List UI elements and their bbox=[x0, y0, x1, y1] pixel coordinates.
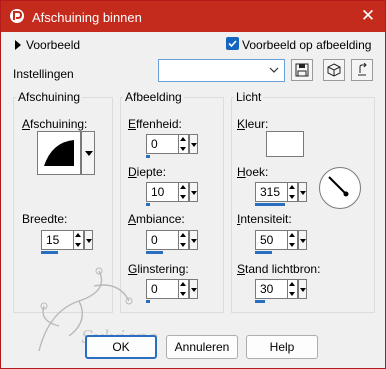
intensiteit-spinner[interactable]: 50 bbox=[255, 230, 307, 254]
glinstering-label: Glinstering: bbox=[128, 262, 189, 276]
window-title: Afschuining binnen bbox=[32, 10, 142, 25]
close-icon[interactable]: ✕ bbox=[355, 5, 381, 27]
effenheid-slider-dropdown[interactable] bbox=[189, 134, 198, 154]
diepte-spinner[interactable]: 10 bbox=[146, 182, 198, 206]
breedte-label: Breedte: bbox=[22, 212, 68, 226]
group-afbeelding-title: Afbeelding bbox=[123, 90, 184, 104]
shape-label: Afschuining: bbox=[22, 117, 88, 131]
lichtbron-input[interactable]: 30 bbox=[255, 279, 288, 299]
dialog-window: Afschuining binnen ✕ Voorbeeld Voorbeeld… bbox=[0, 0, 386, 369]
breedte-input[interactable]: 15 bbox=[41, 230, 74, 250]
hoek-input[interactable]: 315 bbox=[255, 182, 288, 202]
bevel-shape-preview[interactable] bbox=[37, 131, 81, 175]
cube-icon bbox=[327, 63, 341, 77]
bevel-shape-icon bbox=[44, 140, 74, 166]
glinstering-stepper[interactable] bbox=[179, 279, 189, 299]
reset-icon bbox=[358, 63, 367, 76]
angle-needle-icon bbox=[328, 176, 349, 197]
intensiteit-slider-dropdown[interactable] bbox=[298, 230, 307, 250]
hoek-slider-dropdown[interactable] bbox=[298, 182, 307, 202]
angle-dial[interactable] bbox=[319, 167, 361, 209]
preview-toggle-label[interactable]: Voorbeeld bbox=[26, 38, 80, 52]
expand-triangle-icon[interactable] bbox=[15, 40, 21, 50]
intensiteit-level-bar bbox=[255, 251, 272, 254]
breedte-slider-dropdown[interactable] bbox=[84, 230, 93, 250]
group-licht-title: Licht bbox=[234, 90, 264, 104]
settings-combo[interactable] bbox=[158, 59, 285, 82]
breedte-level-bar bbox=[41, 251, 58, 254]
chevron-down-icon bbox=[269, 67, 279, 73]
glinstering-spinner[interactable]: 0 bbox=[146, 279, 198, 303]
bevel-shape-dropdown[interactable] bbox=[81, 131, 95, 175]
cancel-button[interactable]: Annuleren bbox=[166, 335, 238, 359]
save-icon bbox=[295, 63, 309, 77]
ambiance-spinner[interactable]: 0 bbox=[146, 230, 198, 254]
effenheid-input[interactable]: 0 bbox=[146, 134, 179, 154]
ambiance-label: Ambiance: bbox=[128, 212, 185, 226]
title-bar[interactable]: Afschuining binnen ✕ bbox=[1, 1, 385, 32]
save-preset-button[interactable] bbox=[291, 59, 313, 81]
glinstering-input[interactable]: 0 bbox=[146, 279, 179, 299]
group-afschuining-title: Afschuining bbox=[16, 90, 83, 104]
breedte-stepper[interactable] bbox=[74, 230, 84, 250]
diepte-label: Diepte: bbox=[128, 165, 167, 179]
kleur-label: Kleur: bbox=[237, 117, 269, 131]
diepte-input[interactable]: 10 bbox=[146, 182, 179, 202]
ambiance-level-bar bbox=[146, 251, 163, 254]
help-button[interactable]: Help bbox=[246, 335, 318, 359]
effenheid-stepper[interactable] bbox=[179, 134, 189, 154]
diepte-slider-dropdown[interactable] bbox=[189, 182, 198, 202]
lichtbron-slider-dropdown[interactable] bbox=[298, 279, 307, 299]
reset-button[interactable] bbox=[351, 59, 373, 81]
ambiance-slider-dropdown[interactable] bbox=[189, 230, 198, 250]
ambiance-stepper[interactable] bbox=[179, 230, 189, 250]
diepte-stepper[interactable] bbox=[179, 182, 189, 202]
hoek-stepper[interactable] bbox=[288, 182, 298, 202]
glinstering-level-bar bbox=[146, 300, 150, 303]
randomize-button[interactable] bbox=[323, 59, 345, 81]
hoek-label: Hoek: bbox=[237, 165, 269, 179]
preview-on-image-checkbox[interactable] bbox=[226, 37, 239, 50]
lichtbron-label: Stand lichtbron: bbox=[237, 262, 321, 276]
lichtbron-stepper[interactable] bbox=[288, 279, 298, 299]
preview-on-image-label[interactable]: Voorbeeld op afbeelding bbox=[242, 38, 371, 52]
ok-button[interactable]: OK bbox=[85, 335, 157, 359]
intensiteit-input[interactable]: 50 bbox=[255, 230, 288, 250]
lichtbron-spinner[interactable]: 30 bbox=[255, 279, 307, 303]
light-color-swatch[interactable] bbox=[266, 131, 304, 157]
hoek-level-bar bbox=[255, 203, 285, 206]
intensiteit-stepper[interactable] bbox=[288, 230, 298, 250]
ambiance-input[interactable]: 0 bbox=[146, 230, 179, 250]
glinstering-slider-dropdown[interactable] bbox=[189, 279, 198, 299]
effenheid-label: Effenheid: bbox=[128, 117, 182, 131]
intensiteit-label: Intensiteit: bbox=[237, 212, 292, 226]
hoek-spinner[interactable]: 315 bbox=[255, 182, 307, 206]
effenheid-spinner[interactable]: 0 bbox=[146, 134, 198, 158]
diepte-level-bar bbox=[146, 203, 150, 206]
app-icon bbox=[10, 9, 24, 23]
breedte-spinner[interactable]: 15 bbox=[41, 230, 93, 254]
effenheid-level-bar bbox=[146, 155, 150, 158]
lichtbron-level-bar bbox=[255, 300, 265, 303]
settings-label: Instellingen bbox=[13, 67, 74, 81]
